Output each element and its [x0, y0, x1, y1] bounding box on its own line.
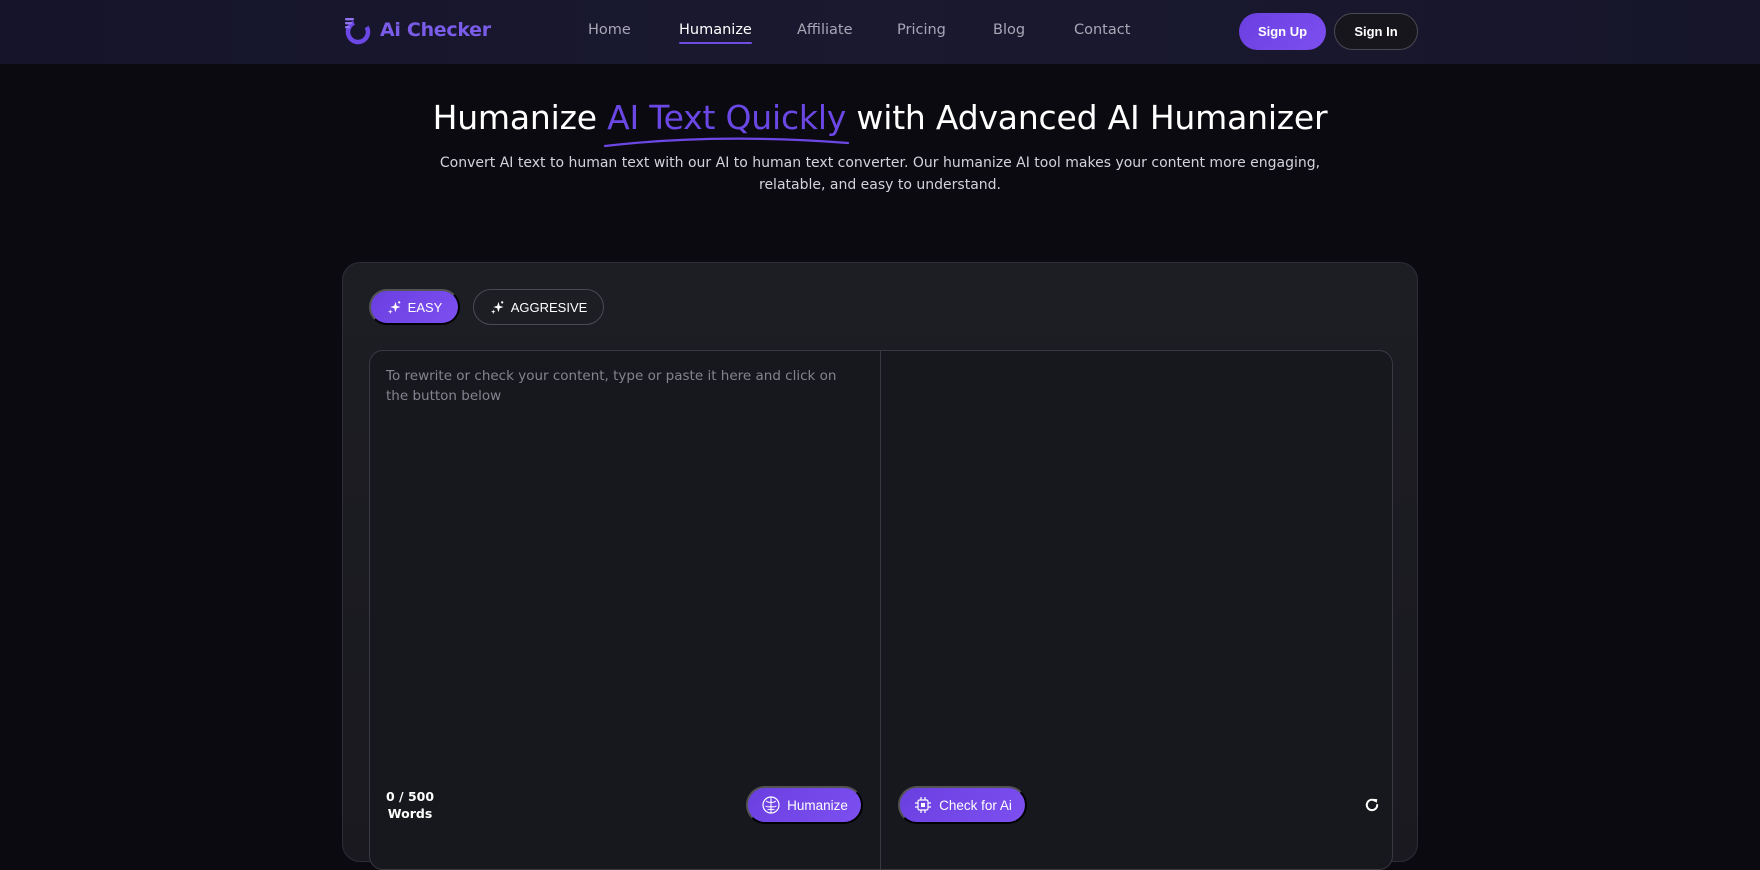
sign-up-button[interactable]: Sign Up — [1239, 13, 1326, 50]
page-title: Humanize AI Text Quickly with Advanced A… — [0, 98, 1760, 148]
title-part-2: with Advanced AI Humanizer — [846, 98, 1328, 137]
nav-blog[interactable]: Blog — [993, 22, 1025, 38]
humanize-label: Humanize — [787, 797, 848, 813]
sparkle-icon — [387, 300, 401, 314]
editor-panel: To rewrite or check your content, type o… — [369, 350, 1393, 870]
main-nav: Home Humanize Affiliate Pricing Blog Con… — [0, 22, 1760, 44]
refresh-icon[interactable] — [1363, 796, 1381, 814]
humanizer-tool-card: EASY AGGRESIVE To rewrite or check your … — [342, 262, 1418, 870]
nav-pricing[interactable]: Pricing — [897, 22, 946, 38]
nav-affiliate[interactable]: Affiliate — [797, 22, 853, 38]
sign-in-button[interactable]: Sign In — [1334, 13, 1418, 50]
page-subtitle: Convert AI text to human text with our A… — [439, 155, 1321, 193]
mode-easy-label: EASY — [407, 299, 443, 315]
nav-humanize[interactable]: Humanize — [679, 22, 752, 44]
sparkle-icon — [490, 300, 504, 314]
word-count-value: 0 / 500 — [386, 789, 435, 804]
chip-icon — [915, 797, 932, 813]
nav-contact[interactable]: Contact — [1074, 22, 1130, 38]
input-placeholder[interactable]: To rewrite or check your content, type o… — [386, 366, 856, 406]
word-count-unit: Words — [387, 806, 433, 821]
nav-home[interactable]: Home — [588, 22, 631, 38]
mode-aggressive-button[interactable]: AGGRESIVE — [473, 289, 604, 325]
title-underline-decoration — [604, 137, 850, 148]
check-for-ai-button[interactable]: Check for Ai — [898, 786, 1027, 824]
brain-icon — [762, 796, 780, 814]
check-for-ai-label: Check for Ai — [939, 797, 1012, 813]
humanize-button[interactable]: Humanize — [746, 786, 863, 824]
title-accent-text: AI Text Quickly — [607, 98, 847, 137]
mode-aggressive-label: AGGRESIVE — [510, 299, 588, 315]
mode-easy-button[interactable]: EASY — [369, 289, 460, 325]
output-pane: Check for Ai — [882, 351, 1392, 869]
input-pane[interactable]: To rewrite or check your content, type o… — [370, 351, 881, 869]
title-part-1: Humanize — [432, 98, 608, 137]
title-accent: AI Text Quickly — [604, 98, 850, 148]
word-counter: 0 / 500 Words — [386, 788, 434, 822]
site-header: Ai Checker Home Humanize Affiliate Prici… — [0, 0, 1760, 64]
